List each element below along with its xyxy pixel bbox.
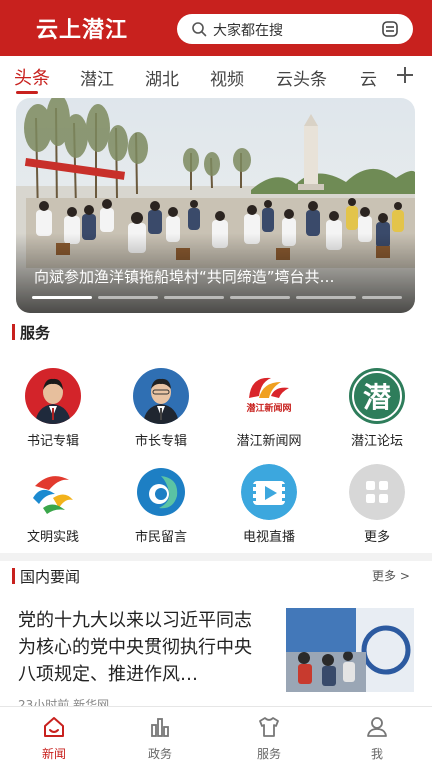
nav-services[interactable]: 服务 [229,713,309,765]
nav-me[interactable]: 我 [337,713,417,765]
portrait-icon [133,368,189,424]
forum-logo-icon: 潜 [349,368,405,424]
service-label: 文明实践 [26,530,79,545]
service-qianjiang-news-site[interactable]: 潜江新闻网 潜江新闻网 [224,368,314,449]
active-tab-indicator [16,91,38,94]
section-marker [12,568,15,584]
services-title: 服务 [20,324,51,342]
user-icon [367,717,387,737]
tab-hubei[interactable]: 湖北 [145,65,179,90]
carousel-indicator [32,296,402,299]
search-icon [192,22,207,37]
tab-cloud-headlines[interactable]: 云头条 [276,65,327,90]
tab-qianjiang[interactable]: 潜江 [80,65,114,90]
service-qianjiang-forum[interactable]: 潜 潜江论坛 [332,368,422,449]
search-bar[interactable]: 大家都在搜 [177,14,413,44]
news-site-logo-text: 潜江新闻网 [246,402,291,414]
news-item[interactable]: 党的十九大以来以习近平同志为核心的党中央贯彻执行中央八项规定、推进作风… 23小… [0,595,432,712]
carousel-dot [164,296,224,299]
service-label: 潜江新闻网 [236,434,302,449]
add-channel-icon[interactable] [390,60,420,90]
service-label: 书记专辑 [26,434,79,449]
service-tv-live[interactable]: 电视直播 [224,464,314,545]
tv-live-icon [241,464,297,520]
app-header: 云上潜江 大家都在搜 [0,0,432,56]
carousel-dot [296,296,356,299]
service-citizen-message[interactable]: 市民留言 [116,464,206,545]
carousel-dot [230,296,290,299]
service-civilization-practice[interactable]: 文明实践 [8,464,98,545]
news-thumbnail[interactable] [286,608,414,692]
nav-label: 服务 [256,747,281,761]
carousel-dot [32,296,92,299]
portrait-icon [25,368,81,424]
more-link[interactable]: 更多 > [372,567,410,584]
forum-logo-text: 潜 [363,381,392,414]
news-title[interactable]: 党的十九大以来以习近平同志为核心的党中央贯彻执行中央八项规定、推进作风… [18,607,268,688]
nav-label: 我 [370,747,383,761]
section-marker [12,324,15,340]
section-divider [0,553,432,561]
nav-label: 新闻 [41,747,66,761]
tab-headlines[interactable]: 头条 [14,64,50,90]
bottom-navigation: 新闻 政务 服务 我 [0,706,432,768]
news-site-logo-icon: 潜江新闻网 [241,368,297,424]
carousel-dot [362,296,402,299]
service-label: 更多 [363,530,390,545]
domestic-news-title: 国内要闻 [20,568,81,586]
service-label: 市民留言 [134,530,187,545]
scan-icon[interactable] [381,20,399,38]
service-secretary-album[interactable]: 书记专辑 [8,368,98,449]
bar-chart-icon [151,718,169,737]
nav-government[interactable]: 政务 [120,713,200,765]
headline-carousel[interactable]: 向斌参加渔洋镇拖船埠村“共同缔造”塆台共… [16,98,415,313]
search-placeholder: 大家都在搜 [213,23,283,39]
civilization-logo-icon [25,464,81,520]
service-label: 电视直播 [242,530,295,545]
grid-more-icon [349,464,405,520]
shirt-icon [259,717,279,737]
channel-tabs: 头条 潜江 湖北 视频 云头条 云 [0,56,432,96]
service-label: 潜江论坛 [350,434,403,449]
service-label: 市长专辑 [134,434,187,449]
service-mayor-album[interactable]: 市长专辑 [116,368,206,449]
nav-label: 政务 [147,747,172,761]
home-icon [44,717,64,737]
app-logo: 云上潜江 [36,17,129,43]
nav-news[interactable]: 新闻 [14,713,94,765]
tab-video[interactable]: 视频 [210,65,244,90]
message-logo-icon [133,464,189,520]
carousel-dot [98,296,158,299]
banner-caption[interactable]: 向斌参加渔洋镇拖船埠村“共同缔造”塆台共… [34,266,406,287]
service-more[interactable]: 更多 [332,464,422,545]
tab-cloud[interactable]: 云 [360,65,377,90]
